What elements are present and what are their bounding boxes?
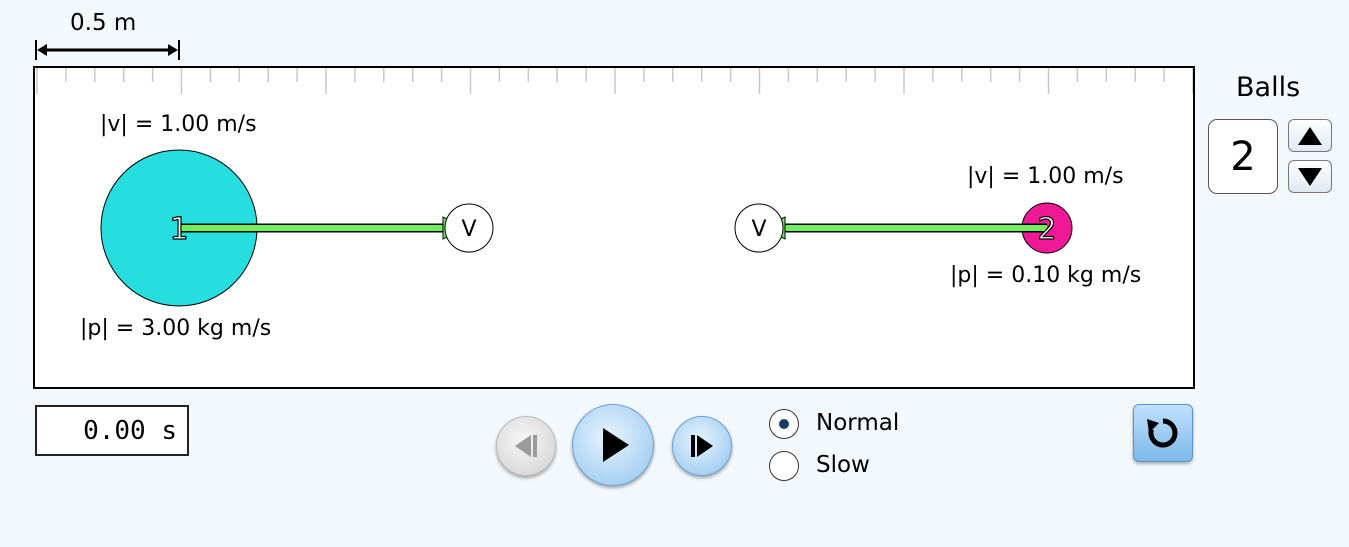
ball-2-momentum-label: |p| = 0.10 kg m/s [950,263,1142,288]
ball-2-velocity-label: |v| = 1.00 m/s [967,164,1124,189]
ruler [36,68,1193,94]
time-readout: 0.00 s [35,405,189,456]
reset-button[interactable] [1133,404,1193,462]
speed-slow-radio[interactable] [769,451,799,481]
balls-decrease-button[interactable] [1288,160,1332,193]
balls-title: Balls [1236,72,1301,103]
step-forward-icon [691,435,713,457]
step-back-icon [515,435,537,457]
scale-bar [35,40,180,60]
radio-selected-dot [779,419,789,429]
reset-icon [1147,418,1178,448]
speed-normal-label[interactable]: Normal [816,410,899,436]
ball-1-number: 1 [169,212,188,247]
ball-1-velocity-label: |v| = 1.00 m/s [100,112,257,137]
play-area[interactable]: 1 V 2 V |v| = 1.00 m/s |p| = 3.00 kg m/s… [33,66,1195,389]
scale-label: 0.5 m [70,10,137,36]
ball-1-momentum-label: |p| = 3.00 kg m/s [80,316,272,341]
balls-count-display: 2 [1208,119,1278,194]
step-forward-button[interactable] [672,416,732,476]
arrow-down-icon [1298,167,1322,186]
speed-normal-radio[interactable] [769,409,799,439]
step-back-button[interactable] [496,416,556,476]
ball-2-number: 2 [1037,212,1056,247]
ball-1-velocity-tag: V [461,217,476,242]
play-button[interactable] [572,404,654,486]
speed-slow-label[interactable]: Slow [816,452,870,478]
play-icon [603,428,629,462]
balls-increase-button[interactable] [1288,119,1332,152]
ball-2-velocity-tag: V [751,217,766,242]
arrow-up-icon [1298,126,1322,145]
